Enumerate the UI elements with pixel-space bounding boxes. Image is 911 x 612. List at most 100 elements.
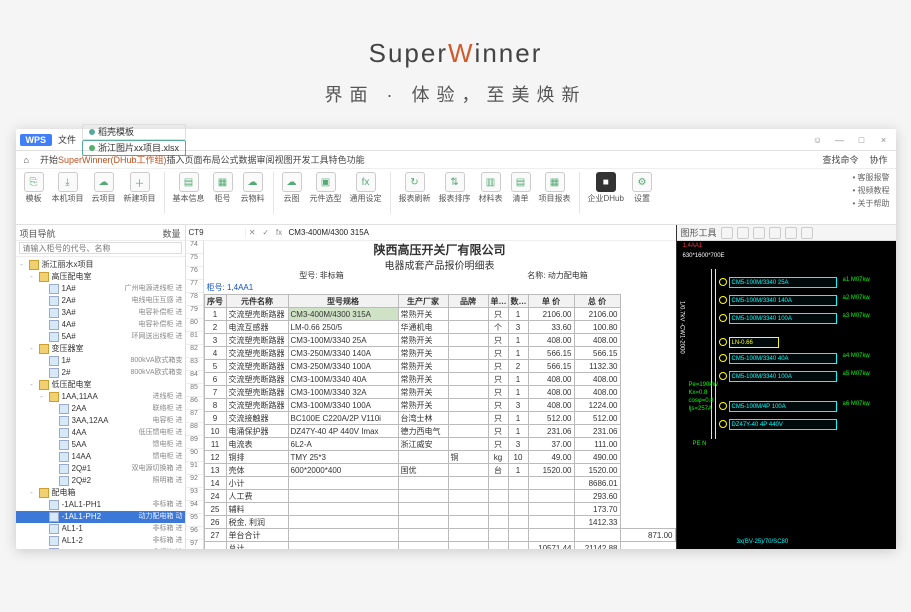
- user-avatar-icon[interactable]: ☺: [810, 135, 826, 145]
- tree-node[interactable]: -变压器室: [16, 343, 185, 355]
- column-header[interactable]: 生产厂家: [398, 295, 448, 308]
- maximize-button[interactable]: □: [854, 135, 870, 145]
- name-box[interactable]: CT9: [186, 228, 246, 237]
- tree-node[interactable]: AL1-2非标箱 进: [16, 535, 185, 547]
- menu-tab[interactable]: 数据: [239, 155, 257, 165]
- ribbon-button[interactable]: ⚙设置: [630, 172, 654, 214]
- formula-value[interactable]: CM3-400M/4300 315A: [286, 228, 676, 237]
- column-header[interactable]: 总 价: [574, 295, 620, 308]
- tree-node[interactable]: 2Q#2照明箱 进: [16, 475, 185, 487]
- tree-node[interactable]: -1AL1-PH2动力配电箱 动: [16, 511, 185, 523]
- table-row[interactable]: 7交流塑壳断路器CM3-100M/3340 32A常熟开关只1408.00408…: [204, 386, 675, 399]
- ribbon-button[interactable]: ＋新建项目: [122, 172, 158, 214]
- fx-icon[interactable]: fx: [276, 228, 282, 237]
- tree-node[interactable]: -低压配电室: [16, 379, 185, 391]
- menu-tab[interactable]: 特色功能: [329, 155, 365, 165]
- table-row[interactable]: 9交流接触器BC100E C220A/2P V110i台湾士林只1512.005…: [204, 412, 675, 425]
- tree-node[interactable]: 5A#环网送出线柜 进: [16, 331, 185, 343]
- cad-tool-icon[interactable]: [801, 227, 813, 239]
- ribbon-button[interactable]: ⎘模板: [22, 172, 46, 214]
- tree-node[interactable]: -浙江丽水x项目: [16, 259, 185, 271]
- table-row[interactable]: 4交流塑壳断路器CM3-250M/3340 140A常熟开关只1566.1556…: [204, 347, 675, 360]
- column-header[interactable]: 序号: [204, 295, 226, 308]
- table-row[interactable]: 2电流互感器LM-0.66 250/5华通机电个333.60100.80: [204, 321, 675, 334]
- column-header[interactable]: 品牌: [448, 295, 488, 308]
- minimize-button[interactable]: —: [832, 135, 848, 145]
- column-header[interactable]: 单 价: [528, 295, 574, 308]
- table-row[interactable]: 5交流塑壳断路器CM3-250M/3340 100A常熟开关只2566.1511…: [204, 360, 675, 373]
- menu-tab[interactable]: 插入: [166, 155, 184, 165]
- tree-node[interactable]: 3A#电容补偿柜 进: [16, 307, 185, 319]
- table-row[interactable]: 3交流塑壳断路器CM3-100M/3340 25A常熟开关只1408.00408…: [204, 334, 675, 347]
- tree-node[interactable]: 4AA低压馈电柜 进: [16, 427, 185, 439]
- tree-node[interactable]: -1AL1-PH1非标箱 进: [16, 499, 185, 511]
- table-row[interactable]: 总计10571.4421142.88: [204, 542, 675, 550]
- ribbon-button[interactable]: ■企业DHub: [586, 172, 626, 214]
- tree-node[interactable]: 2AA联络柜 进: [16, 403, 185, 415]
- ribbon-button[interactable]: ▦项目报表: [537, 172, 573, 214]
- tree-node[interactable]: 5AA馈电柜 进: [16, 439, 185, 451]
- document-tab[interactable]: 稻壳模板: [82, 124, 186, 140]
- table-row[interactable]: 10电涌保护器DZ47Y-40 4P 440V Imax德力西电气只1231.0…: [204, 425, 675, 438]
- cad-tool-icon[interactable]: [721, 227, 733, 239]
- tree-node[interactable]: 4A#电容补偿柜 进: [16, 319, 185, 331]
- ribbon-button[interactable]: fx通用设定: [348, 172, 384, 214]
- table-row[interactable]: 26税金, 利润1412.33: [204, 516, 675, 529]
- menu-tab[interactable]: 开始: [40, 155, 58, 165]
- cad-canvas[interactable]: 1.4AA1 630*1600*700E 1/0.7kV -CW1-2000 P…: [677, 241, 896, 549]
- tree-node[interactable]: 1A#广州电源进线柜 进: [16, 283, 185, 295]
- fx-accept-icon[interactable]: ✓: [262, 228, 269, 237]
- table-row[interactable]: 27单台合计871.00: [204, 529, 675, 542]
- ribbon-button[interactable]: ☁云项目: [90, 172, 118, 214]
- ribbon-button[interactable]: ▤基本信息: [171, 172, 207, 214]
- menu-tab[interactable]: SuperWinner(DHub工作组): [58, 155, 167, 165]
- home-icon[interactable]: ⌂: [24, 155, 29, 165]
- column-header[interactable]: 数量: [508, 295, 528, 308]
- ribbon-link[interactable]: 视频教程: [852, 185, 889, 196]
- tree-node[interactable]: AL2-1非标箱 进: [16, 547, 185, 549]
- ribbon-button[interactable]: ⤓本机项目: [50, 172, 86, 214]
- column-header[interactable]: 型号规格: [288, 295, 398, 308]
- table-row[interactable]: 11电流表6L2-A浙江威安只337.00111.00: [204, 438, 675, 451]
- table-row[interactable]: 8交流塑壳断路器CM3-100M/3340 100A常熟开关只3408.0012…: [204, 399, 675, 412]
- table-row[interactable]: 13壳体600*2000*400国优台11520.001520.00: [204, 464, 675, 477]
- tree-node[interactable]: 1#800kVA欧式箱变: [16, 355, 185, 367]
- cad-tool-icon[interactable]: [753, 227, 765, 239]
- tree-node[interactable]: AL1-1非标箱 进: [16, 523, 185, 535]
- menu-tab[interactable]: 视图: [275, 155, 293, 165]
- tree-node[interactable]: -1AA,11AA进线柜 进: [16, 391, 185, 403]
- file-menu[interactable]: 文件: [58, 133, 76, 146]
- ribbon-button[interactable]: ↻报表刷新: [397, 172, 433, 214]
- project-tree[interactable]: -浙江丽水x项目-高压配电室1A#广州电源进线柜 进2A#电线电压互感 进3A#…: [16, 257, 185, 549]
- fx-reject-icon[interactable]: ✕: [249, 228, 256, 237]
- tree-node[interactable]: -高压配电室: [16, 271, 185, 283]
- tree-node[interactable]: 3AA,12AA电容柜 进: [16, 415, 185, 427]
- table-row[interactable]: 14小计8686.01: [204, 477, 675, 490]
- ribbon-button[interactable]: ☁云物料: [239, 172, 267, 214]
- close-button[interactable]: ×: [876, 135, 892, 145]
- menu-tab[interactable]: 开发工具: [293, 155, 329, 165]
- table-row[interactable]: 25辅料173.70: [204, 503, 675, 516]
- ribbon-link[interactable]: 关于帮助: [852, 198, 889, 209]
- column-header[interactable]: 单位: [488, 295, 508, 308]
- menu-tab[interactable]: 审阅: [257, 155, 275, 165]
- column-header[interactable]: 元件名称: [226, 295, 288, 308]
- sidebar-search-input[interactable]: [19, 242, 182, 254]
- menu-tab[interactable]: 公式: [221, 155, 239, 165]
- tree-node[interactable]: 2Q#1双电源切换箱 进: [16, 463, 185, 475]
- tree-node[interactable]: 2A#电线电压互感 进: [16, 295, 185, 307]
- cad-tool-icon[interactable]: [769, 227, 781, 239]
- table-row[interactable]: 24人工费293.60: [204, 490, 675, 503]
- search-command[interactable]: 查找命令: [822, 153, 858, 166]
- table-row[interactable]: 6交流塑壳断路器CM3-100M/3340 40A常熟开关只1408.00408…: [204, 373, 675, 386]
- menu-tab[interactable]: 页面布局: [185, 155, 221, 165]
- ribbon-button[interactable]: ⇅报表排序: [437, 172, 473, 214]
- ribbon-button[interactable]: ▥材料表: [477, 172, 505, 214]
- ribbon-button[interactable]: ▤清单: [509, 172, 533, 214]
- tree-node[interactable]: 14AA馈电柜 进: [16, 451, 185, 463]
- cad-tool-icon[interactable]: [737, 227, 749, 239]
- ribbon-button[interactable]: ▣元件选型: [308, 172, 344, 214]
- grid[interactable]: 陕西高压开关厂有限公司 电器成套产品报价明细表 型号: 非标箱名称: 动力配电箱…: [204, 241, 676, 549]
- table-row[interactable]: 1交流塑壳断路器CM3-400M/4300 315A常熟开关只12106.002…: [204, 308, 675, 321]
- coop-button[interactable]: 协作: [869, 153, 887, 166]
